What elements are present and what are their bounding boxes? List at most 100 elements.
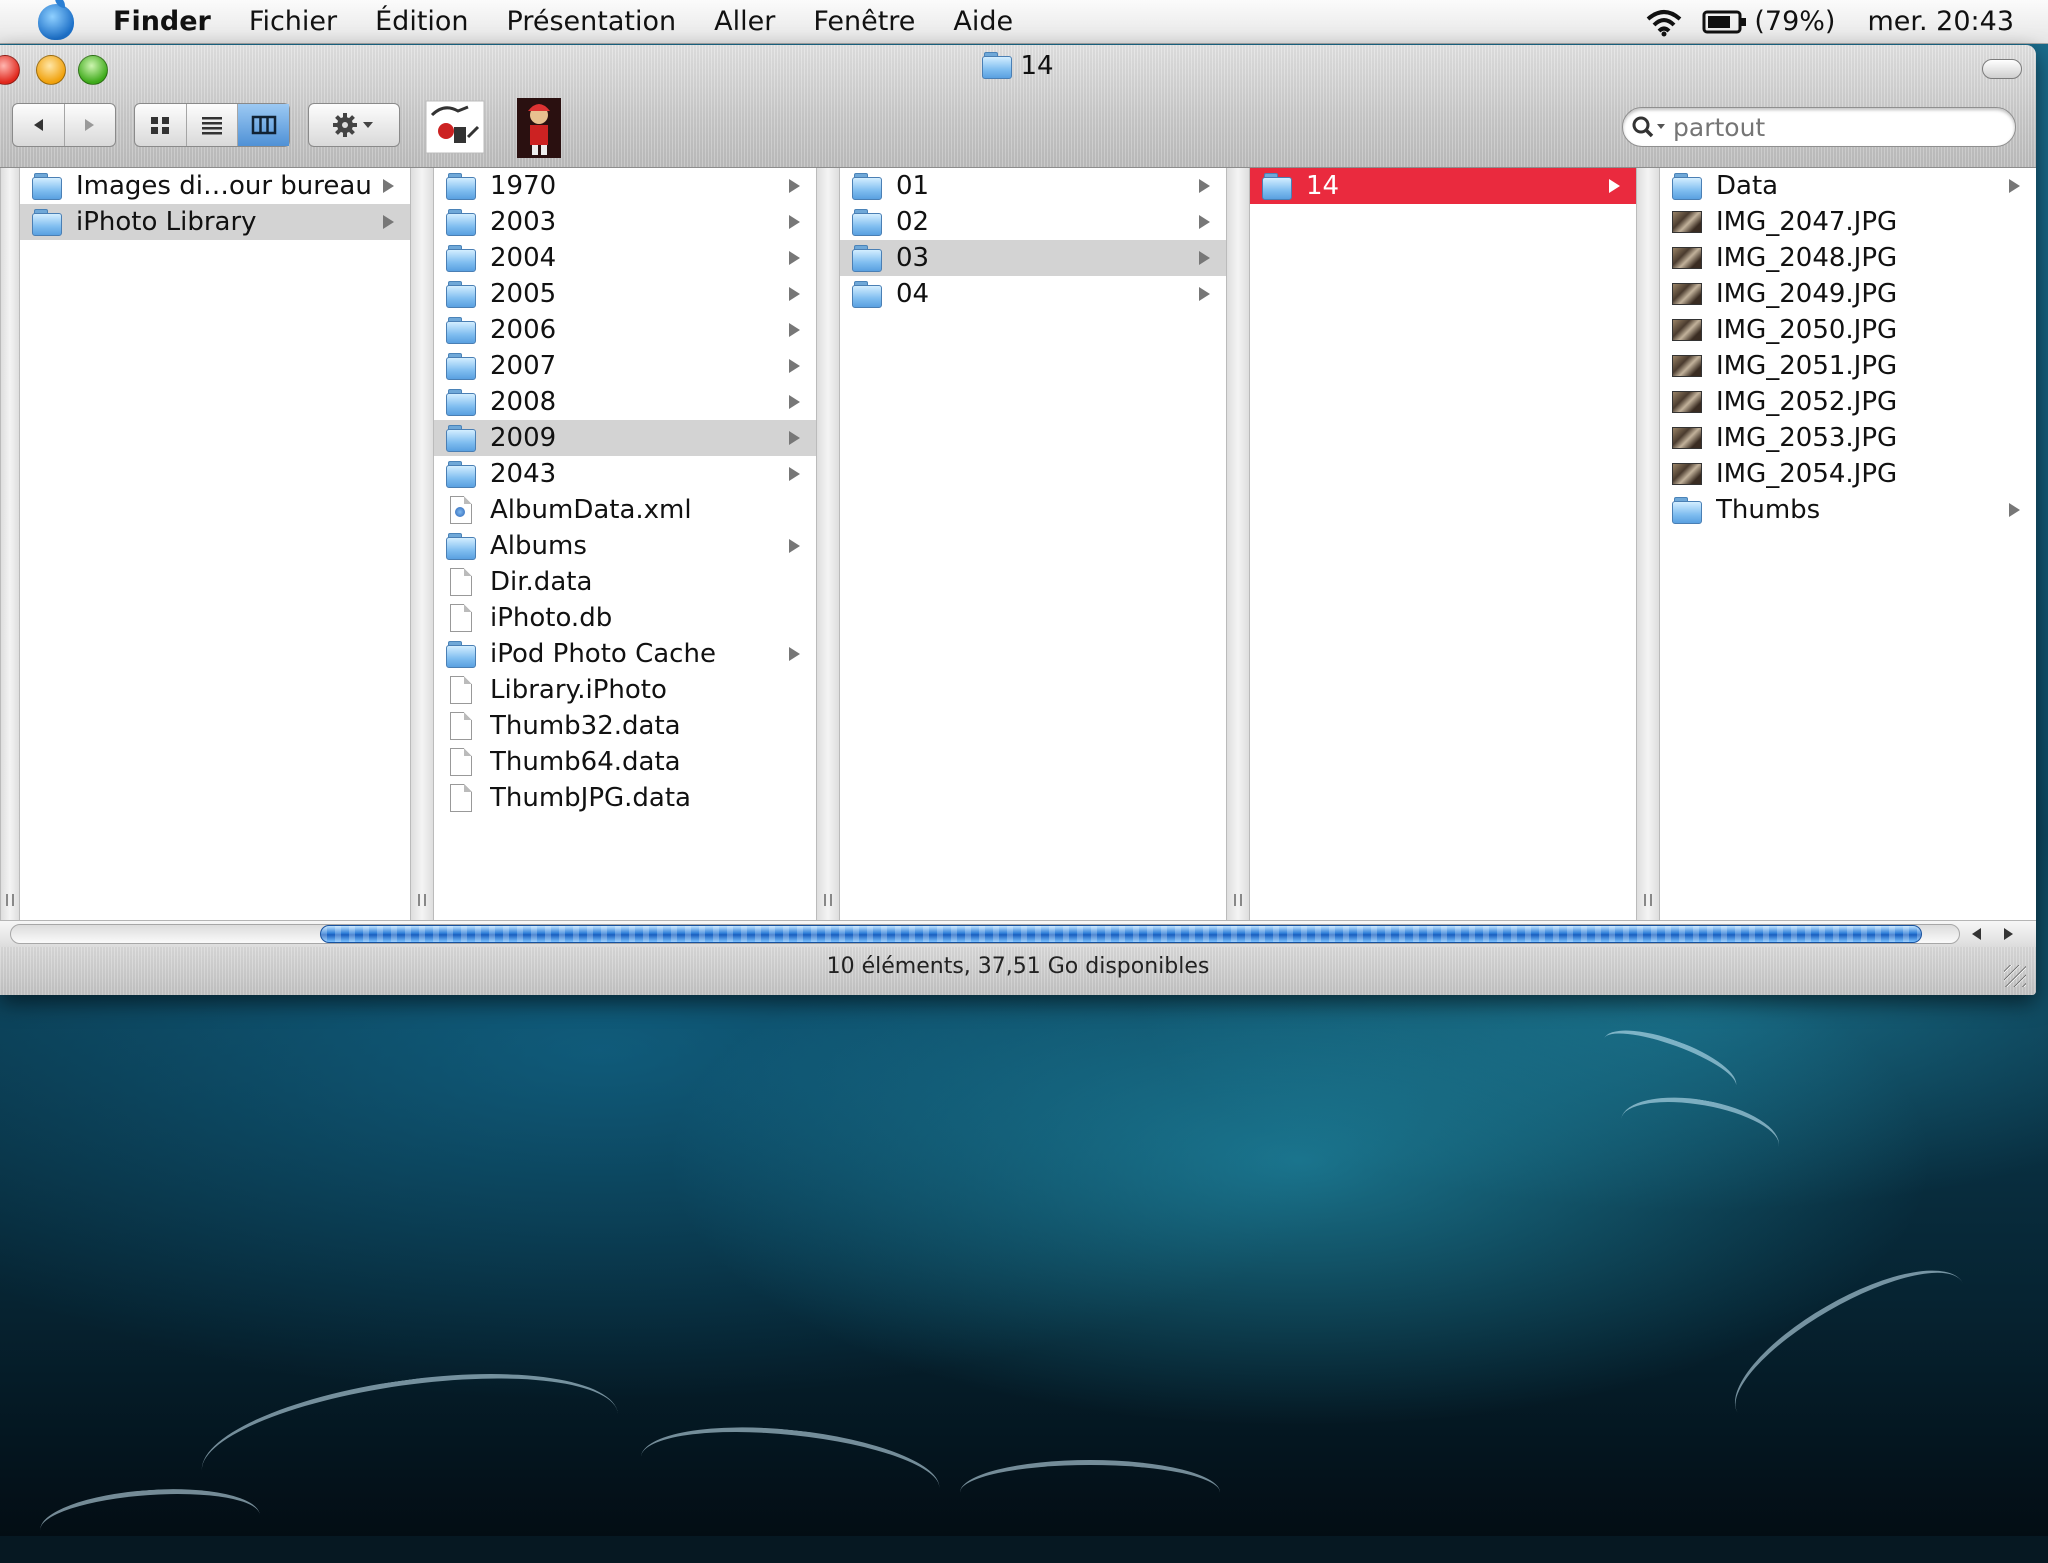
action-menu-button[interactable] <box>308 103 400 147</box>
scroll-left-icon <box>1971 928 1981 940</box>
menu-aide[interactable]: Aide <box>934 6 1032 37</box>
wallpaper-wave <box>636 1414 944 1531</box>
list-item[interactable]: Thumbs <box>1660 492 2036 528</box>
list-item[interactable]: 1970 <box>434 168 816 204</box>
photo-thumbnail-icon <box>1672 460 1702 488</box>
scroll-right-button[interactable] <box>1996 925 2020 943</box>
list-item[interactable]: iPhoto.db <box>434 600 816 636</box>
resize-handle[interactable] <box>2004 965 2026 987</box>
disclosure-arrow-icon <box>1609 179 1620 193</box>
column-divider[interactable] <box>1636 168 1660 920</box>
list-item-label: 2004 <box>490 243 557 273</box>
list-item[interactable]: Images di…our bureau <box>20 168 410 204</box>
list-item[interactable]: IMG_2051.JPG <box>1660 348 2036 384</box>
folder-icon <box>1672 172 1702 200</box>
column-resize-grip[interactable] <box>6 894 14 906</box>
application-shortcut-icon <box>517 98 561 158</box>
browser-column-3: 01 02 03 04 <box>840 168 1226 920</box>
column-resize-grip[interactable] <box>1644 894 1652 906</box>
menu-edition[interactable]: Édition <box>356 6 487 37</box>
menu-fichier[interactable]: Fichier <box>230 6 356 37</box>
search-input[interactable] <box>1673 112 1973 142</box>
list-item-label: IMG_2048.JPG <box>1716 243 1898 273</box>
window-toolbar: 14 <box>0 45 2036 168</box>
menu-finder[interactable]: Finder <box>94 6 230 37</box>
list-item[interactable]: 2009 <box>434 420 816 456</box>
folder-icon <box>852 208 882 236</box>
menu-fenetre[interactable]: Fenêtre <box>794 6 934 37</box>
column-divider[interactable] <box>816 168 840 920</box>
list-item[interactable]: 14 <box>1250 168 1636 204</box>
wallpaper-wave <box>1713 1241 1987 1454</box>
list-view-button[interactable] <box>187 104 239 146</box>
scroll-thumb[interactable] <box>320 925 1922 943</box>
list-item-label: 01 <box>896 171 930 201</box>
list-item[interactable]: IMG_2048.JPG <box>1660 240 2036 276</box>
list-item-label: 1970 <box>490 171 557 201</box>
list-item[interactable]: 2005 <box>434 276 816 312</box>
list-item[interactable]: iPhoto Library <box>20 204 410 240</box>
list-item[interactable]: iPod Photo Cache <box>434 636 816 672</box>
action-button[interactable] <box>309 104 399 146</box>
column-divider[interactable] <box>410 168 434 920</box>
toolbar-toggle-button[interactable] <box>1982 59 2022 79</box>
list-item[interactable]: IMG_2047.JPG <box>1660 204 2036 240</box>
menu-presentation[interactable]: Présentation <box>488 6 696 37</box>
list-item[interactable]: 2007 <box>434 348 816 384</box>
column-view-button[interactable] <box>238 104 290 146</box>
icon-view-button[interactable] <box>135 104 187 146</box>
photo-thumbnail-icon <box>1672 316 1702 344</box>
list-item[interactable]: 02 <box>840 204 1226 240</box>
list-item[interactable]: 2004 <box>434 240 816 276</box>
list-item[interactable]: Data <box>1660 168 2036 204</box>
disclosure-arrow-icon <box>789 179 800 193</box>
list-item[interactable]: 01 <box>840 168 1226 204</box>
folder-icon <box>852 280 882 308</box>
search-field[interactable] <box>1622 107 2016 147</box>
list-item[interactable]: Dir.data <box>434 564 816 600</box>
column-divider[interactable] <box>1226 168 1250 920</box>
list-item[interactable]: IMG_2053.JPG <box>1660 420 2036 456</box>
list-item[interactable]: IMG_2050.JPG <box>1660 312 2036 348</box>
menu-aller[interactable]: Aller <box>695 6 794 37</box>
list-item[interactable]: IMG_2049.JPG <box>1660 276 2036 312</box>
menu-clock[interactable]: mer. 20:43 <box>1867 6 2014 37</box>
list-item-label: 2005 <box>490 279 557 309</box>
scroll-left-button[interactable] <box>1964 925 1988 943</box>
column-divider[interactable] <box>0 168 20 920</box>
forward-button[interactable] <box>65 104 116 146</box>
list-item[interactable]: 2006 <box>434 312 816 348</box>
list-item[interactable]: 04 <box>840 276 1226 312</box>
toolbar-shortcut-app-1[interactable] <box>424 97 486 157</box>
list-item[interactable]: Thumb64.data <box>434 744 816 780</box>
list-item[interactable]: IMG_2052.JPG <box>1660 384 2036 420</box>
column-resize-grip[interactable] <box>418 894 426 906</box>
disclosure-arrow-icon <box>1199 251 1210 265</box>
list-item-label: 2008 <box>490 387 557 417</box>
folder-icon <box>446 244 476 272</box>
list-item[interactable]: IMG_2054.JPG <box>1660 456 2036 492</box>
folder-icon <box>446 172 476 200</box>
column-view-icon <box>251 115 276 135</box>
wifi-icon[interactable] <box>1644 7 1684 37</box>
toolbar-shortcut-app-2[interactable] <box>516 97 562 158</box>
list-item[interactable]: Library.iPhoto <box>434 672 816 708</box>
apple-menu-icon[interactable] <box>38 0 74 40</box>
list-item[interactable]: 2008 <box>434 384 816 420</box>
battery-status[interactable]: (79%) <box>1702 6 1835 37</box>
column-resize-grip[interactable] <box>824 894 832 906</box>
application-shortcut-icon <box>425 100 485 154</box>
list-item[interactable]: 2043 <box>434 456 816 492</box>
list-item[interactable]: 03 <box>840 240 1226 276</box>
list-item[interactable]: 2003 <box>434 204 816 240</box>
document-icon <box>446 604 476 632</box>
list-item-label: 04 <box>896 279 930 309</box>
list-item[interactable]: ThumbJPG.data <box>434 780 816 816</box>
list-item[interactable]: Albums <box>434 528 816 564</box>
horizontal-scrollbar[interactable] <box>0 920 2036 947</box>
list-item[interactable]: AlbumData.xml <box>434 492 816 528</box>
list-item-label: 2009 <box>490 423 557 453</box>
back-button[interactable] <box>13 104 65 146</box>
column-resize-grip[interactable] <box>1234 894 1242 906</box>
list-item[interactable]: Thumb32.data <box>434 708 816 744</box>
